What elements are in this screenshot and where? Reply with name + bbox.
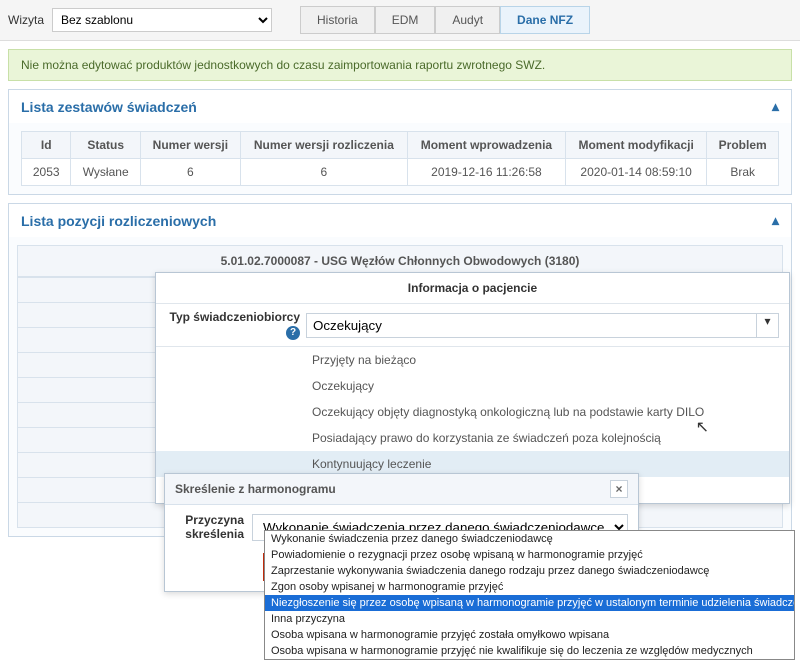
option-oczekujacy-dilo[interactable]: Oczekujący objęty diagnostyką onkologicz… [156,399,789,425]
beneficiary-type-label: Typ świadczeniobiorcy ? [166,310,306,340]
tab-historia[interactable]: Historia [300,6,375,34]
close-icon[interactable]: × [610,480,628,498]
reason-option-5[interactable]: Inna przyczyna [265,611,794,627]
list-panel-title: Lista zestawów świadczeń [21,99,197,115]
reason-option-4[interactable]: Niezgłoszenie się przez osobę wpisaną w … [265,595,794,611]
patient-popup-title: Informacja o pacjencie [156,273,789,304]
option-poza-kolejnoscia[interactable]: Posiadający prawo do korzystania ze świa… [156,425,789,451]
table-row[interactable]: 2053 Wysłane 6 6 2019-12-16 11:26:58 202… [22,159,779,186]
reason-option-7[interactable]: Osoba wpisana w harmonogramie przyjęć ni… [265,643,794,659]
option-oczekujacy[interactable]: Oczekujący [156,373,789,399]
reason-option-6[interactable]: Osoba wpisana w harmonogramie przyjęć zo… [265,627,794,643]
beneficiary-type-input[interactable] [306,313,757,338]
visit-label: Wizyta [8,13,44,27]
option-przyjety-biezaco[interactable]: Przyjęty na bieżąco [156,347,789,373]
th-numer-wersji: Numer wersji [140,132,240,159]
reason-dropdown: Wykonanie świadczenia przez danego świad… [264,530,795,660]
reason-option-2[interactable]: Zaprzestanie wykonywania świadczenia dan… [265,563,794,579]
top-tabs: Historia EDM Audyt Dane NFZ [300,6,590,34]
top-bar: Wizyta Bez szablonu Historia EDM Audyt D… [0,0,800,41]
tab-edm[interactable]: EDM [375,6,436,34]
schedule-popup-title: Skreślenie z harmonogramu [175,482,336,496]
services-table: Id Status Numer wersji Numer wersji rozl… [21,131,779,186]
dropdown-toggle[interactable]: ▾ [757,313,779,338]
th-moment-wprow: Moment wprowadzenia [407,132,565,159]
tab-audyt[interactable]: Audyt [435,6,500,34]
th-moment-modyf: Moment modyfikacji [565,132,706,159]
notice-bar: Nie można edytować produktów jednostkowy… [8,49,792,81]
list-panel: Lista zestawów świadczeń ▴ Id Status Num… [8,89,792,195]
billing-panel-title: Lista pozycji rozliczeniowych [21,213,216,229]
patient-info-popup: Informacja o pacjencie Typ świadczeniobi… [155,272,790,504]
th-id: Id [22,132,71,159]
collapse-icon[interactable]: ▴ [772,98,779,115]
template-select[interactable]: Bez szablonu [52,8,272,32]
th-problem: Problem [707,132,779,159]
help-icon[interactable]: ? [286,326,300,340]
collapse-icon[interactable]: ▴ [772,212,779,229]
th-numer-wersji-rozl: Numer wersji rozliczenia [240,132,407,159]
reason-option-0[interactable]: Wykonanie świadczenia przez danego świad… [265,531,794,547]
reason-option-3[interactable]: Zgon osoby wpisanej w harmonogramie przy… [265,579,794,595]
tab-dane-nfz[interactable]: Dane NFZ [500,6,590,34]
reason-option-1[interactable]: Powiadomienie o rezygnacji przez osobę w… [265,547,794,563]
th-status: Status [71,132,140,159]
reason-label: Przyczyna skreślenia [175,513,252,541]
